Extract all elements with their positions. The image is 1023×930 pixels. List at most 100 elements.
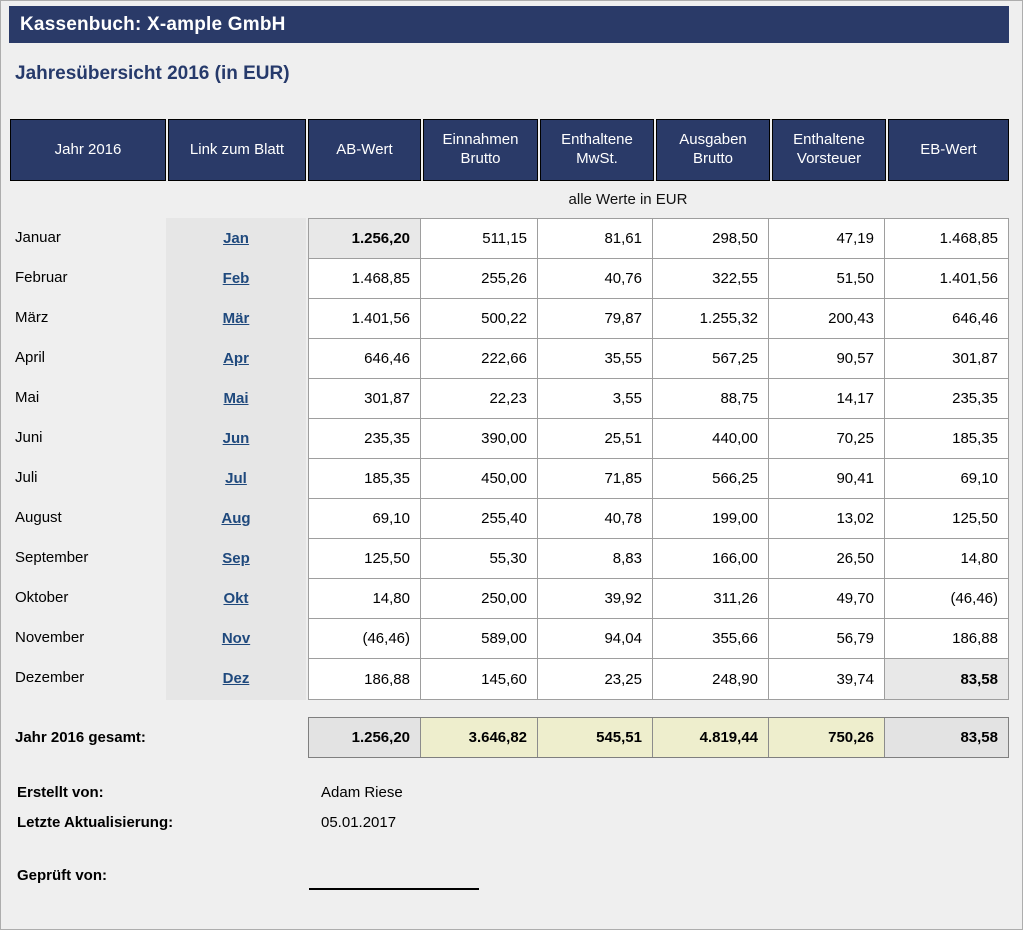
cell-mai-einnahmen: 22,23 bbox=[421, 379, 538, 419]
data-grid: 1.256,20511,1581,61298,5047,191.468,851.… bbox=[308, 218, 1009, 700]
cell-mai-mwst: 3,55 bbox=[538, 379, 653, 419]
cell-apr-einnahmen: 222,66 bbox=[421, 339, 538, 379]
month-link-jun[interactable]: Jun bbox=[223, 430, 250, 447]
total-eb-wert: 83,58 bbox=[885, 718, 1008, 757]
cell-sep-ausgaben: 166,00 bbox=[653, 539, 769, 579]
cell-okt-vorsteuer: 49,70 bbox=[769, 579, 885, 619]
cell-feb-eb: 1.401,56 bbox=[885, 259, 1008, 299]
month-label-sep: September bbox=[15, 538, 155, 578]
cell-feb-mwst: 40,76 bbox=[538, 259, 653, 299]
cell-jan-mwst: 81,61 bbox=[538, 219, 653, 259]
month-link-dez[interactable]: Dez bbox=[223, 670, 250, 687]
cell-sep-ab: 125,50 bbox=[309, 539, 421, 579]
month-label-feb: Februar bbox=[15, 258, 155, 298]
cell-mai-eb: 235,35 bbox=[885, 379, 1008, 419]
link-row-okt: Okt bbox=[166, 578, 306, 618]
cell-dez-ab: 186,88 bbox=[309, 659, 421, 699]
month-link-jul[interactable]: Jul bbox=[225, 470, 247, 487]
link-row-jan: Jan bbox=[166, 218, 306, 258]
cell-jun-mwst: 25,51 bbox=[538, 419, 653, 459]
cell-mai-vorsteuer: 14,17 bbox=[769, 379, 885, 419]
checked-by-label: Geprüft von: bbox=[17, 867, 107, 884]
month-label-aug: August bbox=[15, 498, 155, 538]
cell-okt-ab: 14,80 bbox=[309, 579, 421, 619]
table-header-row: Jahr 2016 Link zum Blatt AB-Wert Einnahm… bbox=[10, 119, 1009, 181]
last-updated-label: Letzte Aktualisierung: bbox=[17, 814, 173, 831]
month-label-maer: März bbox=[15, 298, 155, 338]
cell-jul-ab: 185,35 bbox=[309, 459, 421, 499]
signature-line bbox=[309, 865, 479, 890]
link-row-sep: Sep bbox=[166, 538, 306, 578]
cell-dez-einnahmen: 145,60 bbox=[421, 659, 538, 699]
cell-feb-vorsteuer: 51,50 bbox=[769, 259, 885, 299]
link-row-apr: Apr bbox=[166, 338, 306, 378]
month-link-mai[interactable]: Mai bbox=[223, 390, 248, 407]
column-header-vorsteuer: Enthaltene Vorsteuer bbox=[772, 119, 886, 181]
cell-maer-ab: 1.401,56 bbox=[309, 299, 421, 339]
cell-aug-ab: 69,10 bbox=[309, 499, 421, 539]
cell-feb-einnahmen: 255,26 bbox=[421, 259, 538, 299]
month-label-mai: Mai bbox=[15, 378, 155, 418]
month-link-apr[interactable]: Apr bbox=[223, 350, 249, 367]
month-link-feb[interactable]: Feb bbox=[223, 270, 250, 287]
cell-aug-ausgaben: 199,00 bbox=[653, 499, 769, 539]
cell-maer-eb: 646,46 bbox=[885, 299, 1008, 339]
kassenbuch-page: Kassenbuch: X-ample GmbH Jahresübersicht… bbox=[0, 0, 1023, 930]
month-link-nov[interactable]: Nov bbox=[222, 630, 250, 647]
month-link-okt[interactable]: Okt bbox=[223, 590, 248, 607]
cell-mai-ab: 301,87 bbox=[309, 379, 421, 419]
units-note: alle Werte in EUR bbox=[288, 191, 968, 208]
cell-apr-ab: 646,46 bbox=[309, 339, 421, 379]
cell-dez-eb: 83,58 bbox=[885, 659, 1008, 699]
month-label-apr: April bbox=[15, 338, 155, 378]
app-title-bar: Kassenbuch: X-ample GmbH bbox=[9, 6, 1009, 43]
cell-sep-mwst: 8,83 bbox=[538, 539, 653, 579]
cell-nov-ausgaben: 355,66 bbox=[653, 619, 769, 659]
cell-jan-vorsteuer: 47,19 bbox=[769, 219, 885, 259]
cell-okt-mwst: 39,92 bbox=[538, 579, 653, 619]
month-link-maer[interactable]: Mär bbox=[223, 310, 250, 327]
last-updated-value: 05.01.2017 bbox=[321, 814, 396, 831]
cell-jun-vorsteuer: 70,25 bbox=[769, 419, 885, 459]
month-label-nov: November bbox=[15, 618, 155, 658]
cell-nov-mwst: 94,04 bbox=[538, 619, 653, 659]
total-vorsteuer: 750,26 bbox=[769, 718, 885, 757]
link-row-feb: Feb bbox=[166, 258, 306, 298]
sheet-links-column: Jan Feb Mär Apr Mai Jun Jul Aug Sep Okt Nov Dez bbox=[166, 218, 306, 700]
cell-jul-eb: 69,10 bbox=[885, 459, 1008, 499]
cell-okt-eb: (46,46) bbox=[885, 579, 1008, 619]
cell-dez-mwst: 23,25 bbox=[538, 659, 653, 699]
cell-jul-vorsteuer: 90,41 bbox=[769, 459, 885, 499]
column-header-link: Link zum Blatt bbox=[168, 119, 306, 181]
month-label-jul: Juli bbox=[15, 458, 155, 498]
cell-maer-mwst: 79,87 bbox=[538, 299, 653, 339]
cell-maer-vorsteuer: 200,43 bbox=[769, 299, 885, 339]
month-link-aug[interactable]: Aug bbox=[221, 510, 250, 527]
cell-jun-ab: 235,35 bbox=[309, 419, 421, 459]
month-link-sep[interactable]: Sep bbox=[222, 550, 250, 567]
cell-dez-vorsteuer: 39,74 bbox=[769, 659, 885, 699]
cell-nov-eb: 186,88 bbox=[885, 619, 1008, 659]
column-header-ab-wert: AB-Wert bbox=[308, 119, 421, 181]
cell-jul-mwst: 71,85 bbox=[538, 459, 653, 499]
column-header-ausgaben: Ausgaben Brutto bbox=[656, 119, 770, 181]
cell-nov-einnahmen: 589,00 bbox=[421, 619, 538, 659]
cell-apr-mwst: 35,55 bbox=[538, 339, 653, 379]
link-row-jun: Jun bbox=[166, 418, 306, 458]
cell-jan-ab: 1.256,20 bbox=[309, 219, 421, 259]
cell-nov-vorsteuer: 56,79 bbox=[769, 619, 885, 659]
month-label-jan: Januar bbox=[15, 218, 155, 258]
column-header-eb-wert: EB-Wert bbox=[888, 119, 1009, 181]
link-row-maer: Mär bbox=[166, 298, 306, 338]
cell-okt-einnahmen: 250,00 bbox=[421, 579, 538, 619]
cell-aug-vorsteuer: 13,02 bbox=[769, 499, 885, 539]
link-row-nov: Nov bbox=[166, 618, 306, 658]
cell-jun-eb: 185,35 bbox=[885, 419, 1008, 459]
month-label-dez: Dezember bbox=[15, 658, 155, 698]
cell-jan-eb: 1.468,85 bbox=[885, 219, 1008, 259]
column-header-einnahmen: Einnahmen Brutto bbox=[423, 119, 538, 181]
month-link-jan[interactable]: Jan bbox=[223, 230, 249, 247]
cell-jan-einnahmen: 511,15 bbox=[421, 219, 538, 259]
cell-aug-einnahmen: 255,40 bbox=[421, 499, 538, 539]
page-title: Jahresübersicht 2016 (in EUR) bbox=[15, 63, 290, 85]
